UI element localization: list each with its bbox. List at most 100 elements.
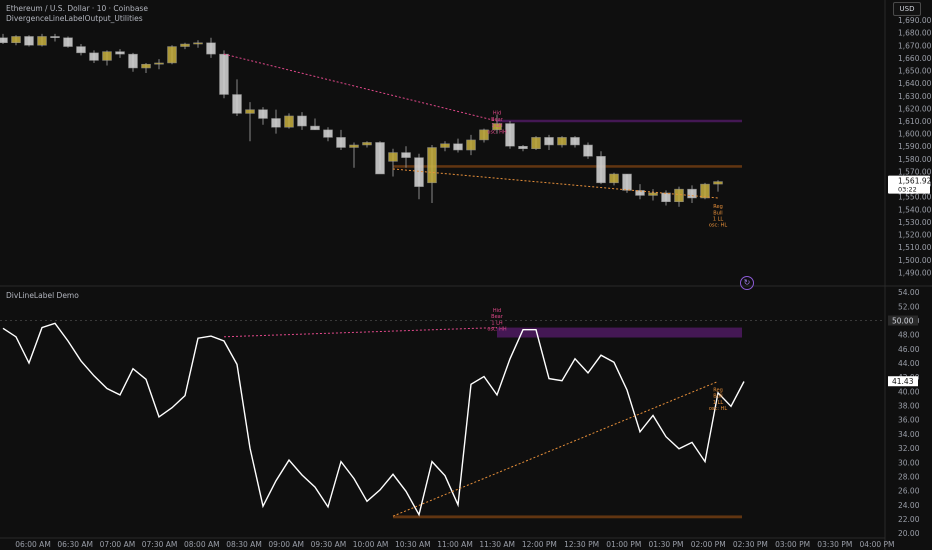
time-tick-label: 03:00 PM xyxy=(775,540,810,549)
price-tick-label: 1,640.00 xyxy=(898,79,932,88)
price-tick-label: 1,510.00 xyxy=(898,243,932,252)
time-tick-label: 03:30 PM xyxy=(817,540,852,549)
time-tick-label: 06:30 AM xyxy=(57,540,93,549)
bear-divergence-label: osc: HH xyxy=(487,129,506,135)
osc-tick-label: 52.00 xyxy=(898,302,920,311)
time-tick-label: 09:00 AM xyxy=(268,540,304,549)
candle-body xyxy=(648,192,658,196)
osc-tick-label: 20.00 xyxy=(898,529,920,538)
last-price-label: 1,561.92 xyxy=(898,177,932,186)
candle-body xyxy=(24,36,34,46)
candle-body xyxy=(284,115,294,128)
candle-body xyxy=(661,192,671,203)
candle-body xyxy=(154,62,164,65)
candle-body xyxy=(219,53,229,95)
bull-divergence-label: Reg xyxy=(713,387,723,393)
price-tick-label: 1,500.00 xyxy=(898,256,932,265)
candle-body xyxy=(596,156,606,184)
candle-body xyxy=(713,181,723,185)
supply-zone-price xyxy=(497,119,742,123)
osc-tick-label: 54.00 xyxy=(898,288,920,297)
osc-tick-label: 40.00 xyxy=(898,387,920,396)
candle-body xyxy=(570,137,580,146)
candle-body xyxy=(232,94,242,114)
osc-tick-label: 38.00 xyxy=(898,402,920,411)
scroll-to-realtime-icon[interactable]: ↻ xyxy=(740,276,754,290)
candle-body xyxy=(453,143,463,151)
bear-divergence-label: osc: HH xyxy=(487,327,506,333)
candle-body xyxy=(375,142,385,175)
bull-divergence-label: osc: HL xyxy=(709,406,727,412)
candle-body xyxy=(167,46,177,64)
price-tick-label: 1,590.00 xyxy=(898,142,932,151)
time-tick-label: 11:30 AM xyxy=(479,540,515,549)
bear-divergence-label: 1 LH xyxy=(491,320,503,326)
candle-body xyxy=(336,137,346,148)
osc-tick-label: 24.00 xyxy=(898,501,920,510)
osc-tick-label: 46.00 xyxy=(898,345,920,354)
price-tick-label: 1,550.00 xyxy=(898,193,932,202)
candle-body xyxy=(297,115,307,127)
oscillator-title: DivLineLabel Demo xyxy=(6,291,79,300)
bull-divergence-label: Bull xyxy=(713,210,722,216)
candle-body xyxy=(401,152,411,158)
candle-body xyxy=(11,36,21,44)
price-tick-label: 1,610.00 xyxy=(898,117,932,126)
bull-divergence-label: 1 LL xyxy=(713,216,724,222)
price-tick-label: 1,570.00 xyxy=(898,167,932,176)
candle-body xyxy=(414,157,424,187)
candle-body xyxy=(0,37,8,44)
chart-background xyxy=(0,0,932,550)
candle-body xyxy=(271,118,281,128)
candle-body xyxy=(245,109,255,114)
bear-divergence-label: Bear xyxy=(491,314,504,320)
chart-canvas[interactable]: 1,690.00 1,680.00 1,670.00 1,660.00 1,650.00… xyxy=(0,0,932,550)
osc-tick-label: 36.00 xyxy=(898,416,920,425)
candle-body xyxy=(310,125,320,131)
demand-zone-price xyxy=(393,165,742,168)
candle-body xyxy=(258,109,268,119)
last-value-label: 41.43 xyxy=(892,377,914,386)
price-tick-label: 1,520.00 xyxy=(898,231,932,240)
candle-body xyxy=(128,53,138,69)
candle-body xyxy=(102,51,112,61)
time-tick-label: 06:00 AM xyxy=(15,540,51,549)
price-tick-label: 1,660.00 xyxy=(898,54,932,63)
candle-body xyxy=(466,139,476,151)
price-tick-label: 1,690.00 xyxy=(898,16,932,25)
countdown-label: 03:22 xyxy=(898,186,917,194)
time-tick-label: 04:00 PM xyxy=(860,540,895,549)
candle-body xyxy=(323,129,333,138)
time-tick-label: 10:30 AM xyxy=(395,540,431,549)
candle-body xyxy=(427,147,437,184)
price-tick-label: 1,530.00 xyxy=(898,218,932,227)
bull-divergence-label: Bull xyxy=(713,394,722,400)
price-tick-label: 1,600.00 xyxy=(898,130,932,139)
symbol-title: Ethereum / U.S. Dollar · 10 · Coinbase xyxy=(6,4,148,13)
osc-tick-label: 48.00 xyxy=(898,331,920,340)
time-tick-label: 08:00 AM xyxy=(184,540,220,549)
osc-tick-label: 30.00 xyxy=(898,458,920,467)
candle-body xyxy=(557,137,567,146)
reference-level-label: 50.00 xyxy=(892,316,914,325)
price-tick-label: 1,580.00 xyxy=(898,155,932,164)
price-tick-label: 1,540.00 xyxy=(898,205,932,214)
currency-button[interactable]: USD xyxy=(893,2,921,16)
time-tick-label: 12:30 PM xyxy=(564,540,599,549)
time-tick-label: 11:00 AM xyxy=(437,540,473,549)
candle-body xyxy=(388,152,398,162)
bear-divergence-label: Hid xyxy=(493,111,501,117)
time-tick-label: 07:00 AM xyxy=(100,540,136,549)
time-tick-label: 08:30 AM xyxy=(226,540,262,549)
price-tick-label: 1,650.00 xyxy=(898,67,932,76)
time-tick-label: 01:00 PM xyxy=(606,540,641,549)
candle-body xyxy=(622,173,632,191)
bull-divergence-label: osc: HL xyxy=(709,223,727,229)
candle-body xyxy=(505,123,515,147)
osc-tick-label: 28.00 xyxy=(898,472,920,481)
osc-tick-label: 44.00 xyxy=(898,359,920,368)
candle-body xyxy=(193,42,203,45)
demand-zone-osc xyxy=(393,515,742,519)
time-tick-label: 09:30 AM xyxy=(311,540,347,549)
osc-tick-label: 34.00 xyxy=(898,430,920,439)
